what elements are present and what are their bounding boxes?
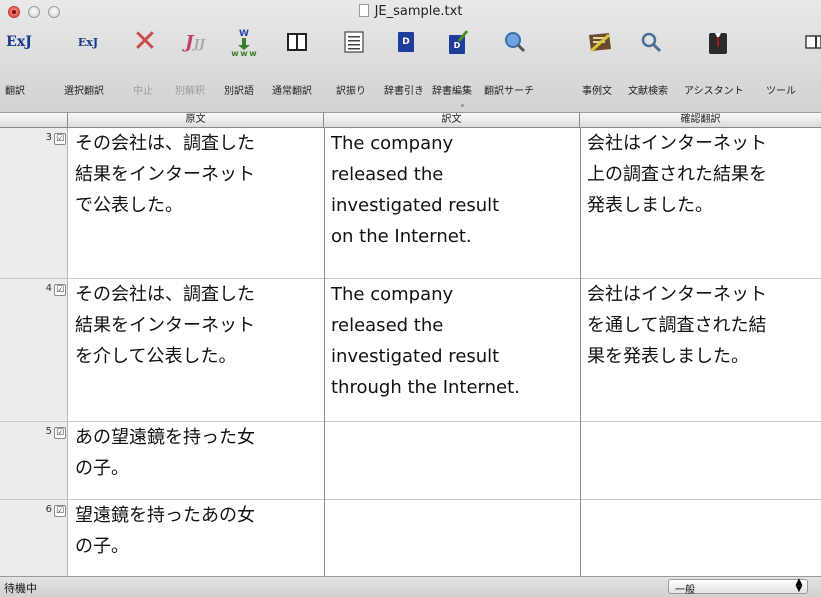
alternate-interpretation-icon: JJJ [185, 31, 205, 53]
toolbar-alternate-interpretation-label: 別解釈 [175, 86, 205, 97]
row-checkbox[interactable]: ☑ [54, 427, 66, 439]
row-checkbox[interactable]: ☑ [54, 284, 66, 296]
table-row[interactable]: 6 ☑ 望遠鏡を持ったあの女 の子。 [0, 500, 821, 576]
toolbar-translation-search-label: 翻訳サーチ [484, 86, 534, 97]
table-row[interactable]: 5 ☑ あの望遠鏡を持った女 の子。 [0, 422, 821, 500]
row-number: 3 ☑ [0, 132, 68, 145]
splitter-handle[interactable] [461, 104, 464, 107]
row-checkbox[interactable]: ☑ [54, 505, 66, 517]
title-toolbar-area: JE_sample.txt ExJ 翻訳 ExJ 選択翻訳 ✕ 中止 JJJ 別… [0, 0, 821, 113]
row-number-text: 4 [45, 283, 52, 294]
columns-icon [277, 22, 317, 62]
dictionary-edit-icon: D [447, 22, 469, 62]
toolbar: ExJ 翻訳 ExJ 選択翻訳 ✕ 中止 JJJ 別解釈 W w w w 別訳語… [0, 22, 821, 104]
toolbar-tool-label: ツール [766, 86, 796, 97]
toolbar-alternate-word-label: 別訳語 [224, 86, 254, 97]
column-header-source[interactable]: 原文 [68, 113, 324, 127]
source-cell[interactable]: その会社は、調査した 結果をインターネット を介して公表した。 [75, 279, 255, 372]
source-cell[interactable]: あの望遠鏡を持った女 の子。 [75, 422, 255, 484]
row-number-text: 6 [45, 504, 52, 515]
field-select-value: 一般 [675, 585, 695, 596]
source-cell[interactable]: 望遠鏡を持ったあの女 の子。 [75, 500, 255, 562]
column-header-translation[interactable]: 訳文 [324, 113, 580, 127]
svg-text:W: W [239, 29, 249, 39]
exj-selection-translate-icon: ExJ [77, 35, 99, 49]
status-bar: 待機中 一般 ▲▼ [0, 576, 821, 597]
table-row[interactable]: 4 ☑ その会社は、調査した 結果をインターネット を介して公表した。 The c… [0, 279, 821, 422]
row-checkbox[interactable]: ☑ [54, 133, 66, 145]
row-number-text: 3 [45, 132, 52, 143]
row-number: 4 ☑ [0, 283, 68, 296]
toolbar-dictionary-lookup-label: 辞書引き [384, 86, 424, 97]
check-translation-cell[interactable]: 会社はインターネット 上の調査された結果を 発表しました。 [587, 128, 767, 221]
svg-text:w: w [249, 49, 257, 57]
document-icon [358, 4, 369, 17]
translation-cell[interactable]: The company released the investigated re… [331, 279, 520, 403]
translation-table: 3 ☑ その会社は、調査した 結果をインターネット で公表した。 The comp… [0, 128, 821, 576]
magnifier-icon [638, 22, 664, 62]
assistant-icon [704, 22, 732, 62]
svg-text:D: D [454, 41, 461, 50]
toolbar-normal-translate-label: 通常翻訳 [272, 86, 312, 97]
status-text: 待機中 [4, 582, 37, 595]
exj-translate-icon: ExJ [6, 34, 32, 50]
translation-cell[interactable]: The company released the investigated re… [331, 128, 499, 252]
toolbar-selection-translate-label: 選択翻訳 [64, 86, 104, 97]
column-header-bar: 原文 訳文 確認翻訳 [0, 113, 821, 128]
column-header-check[interactable]: 確認翻訳 [580, 113, 821, 127]
tool-icon [805, 22, 821, 62]
column-header-number [0, 113, 68, 127]
row-number: 6 ☑ [0, 504, 68, 517]
updown-arrows-icon: ▲▼ [795, 577, 803, 594]
window-title-text: JE_sample.txt [374, 4, 463, 19]
stop-x-icon: ✕ [132, 24, 158, 59]
lines-icon [336, 22, 372, 62]
alternate-word-icon: W w w w [224, 22, 264, 62]
toolbar-interlinear-label: 訳振り [336, 86, 366, 97]
example-sentence-icon [586, 22, 614, 62]
app-window: JE_sample.txt ExJ 翻訳 ExJ 選択翻訳 ✕ 中止 JJJ 別… [0, 0, 821, 597]
source-cell[interactable]: その会社は、調査した 結果をインターネット で公表した。 [75, 128, 255, 221]
row-number-text: 5 [45, 426, 52, 437]
toolbar-literature-search-label: 文献検索 [628, 86, 668, 97]
column-divider[interactable] [580, 128, 581, 576]
row-number: 5 ☑ [0, 426, 68, 439]
dictionary-icon: D [396, 22, 416, 62]
table-row[interactable]: 3 ☑ その会社は、調査した 結果をインターネット で公表した。 The comp… [0, 128, 821, 279]
window-title: JE_sample.txt [0, 4, 821, 19]
field-select[interactable]: 一般 ▲▼ [668, 577, 808, 596]
toolbar-example-sentence-label: 事例文 [582, 86, 612, 97]
translation-search-icon [502, 22, 528, 62]
column-divider[interactable] [324, 128, 325, 576]
check-translation-cell[interactable]: 会社はインターネット を通して調査された結 果を発表しました。 [587, 279, 767, 372]
toolbar-dictionary-edit-label: 辞書編集 [432, 86, 472, 97]
toolbar-stop-label: 中止 [133, 86, 153, 97]
toolbar-assistant-label: アシスタント [684, 86, 744, 97]
svg-text:w: w [231, 49, 239, 57]
toolbar-translate-label: 翻訳 [5, 86, 25, 97]
svg-text:w: w [240, 49, 248, 57]
